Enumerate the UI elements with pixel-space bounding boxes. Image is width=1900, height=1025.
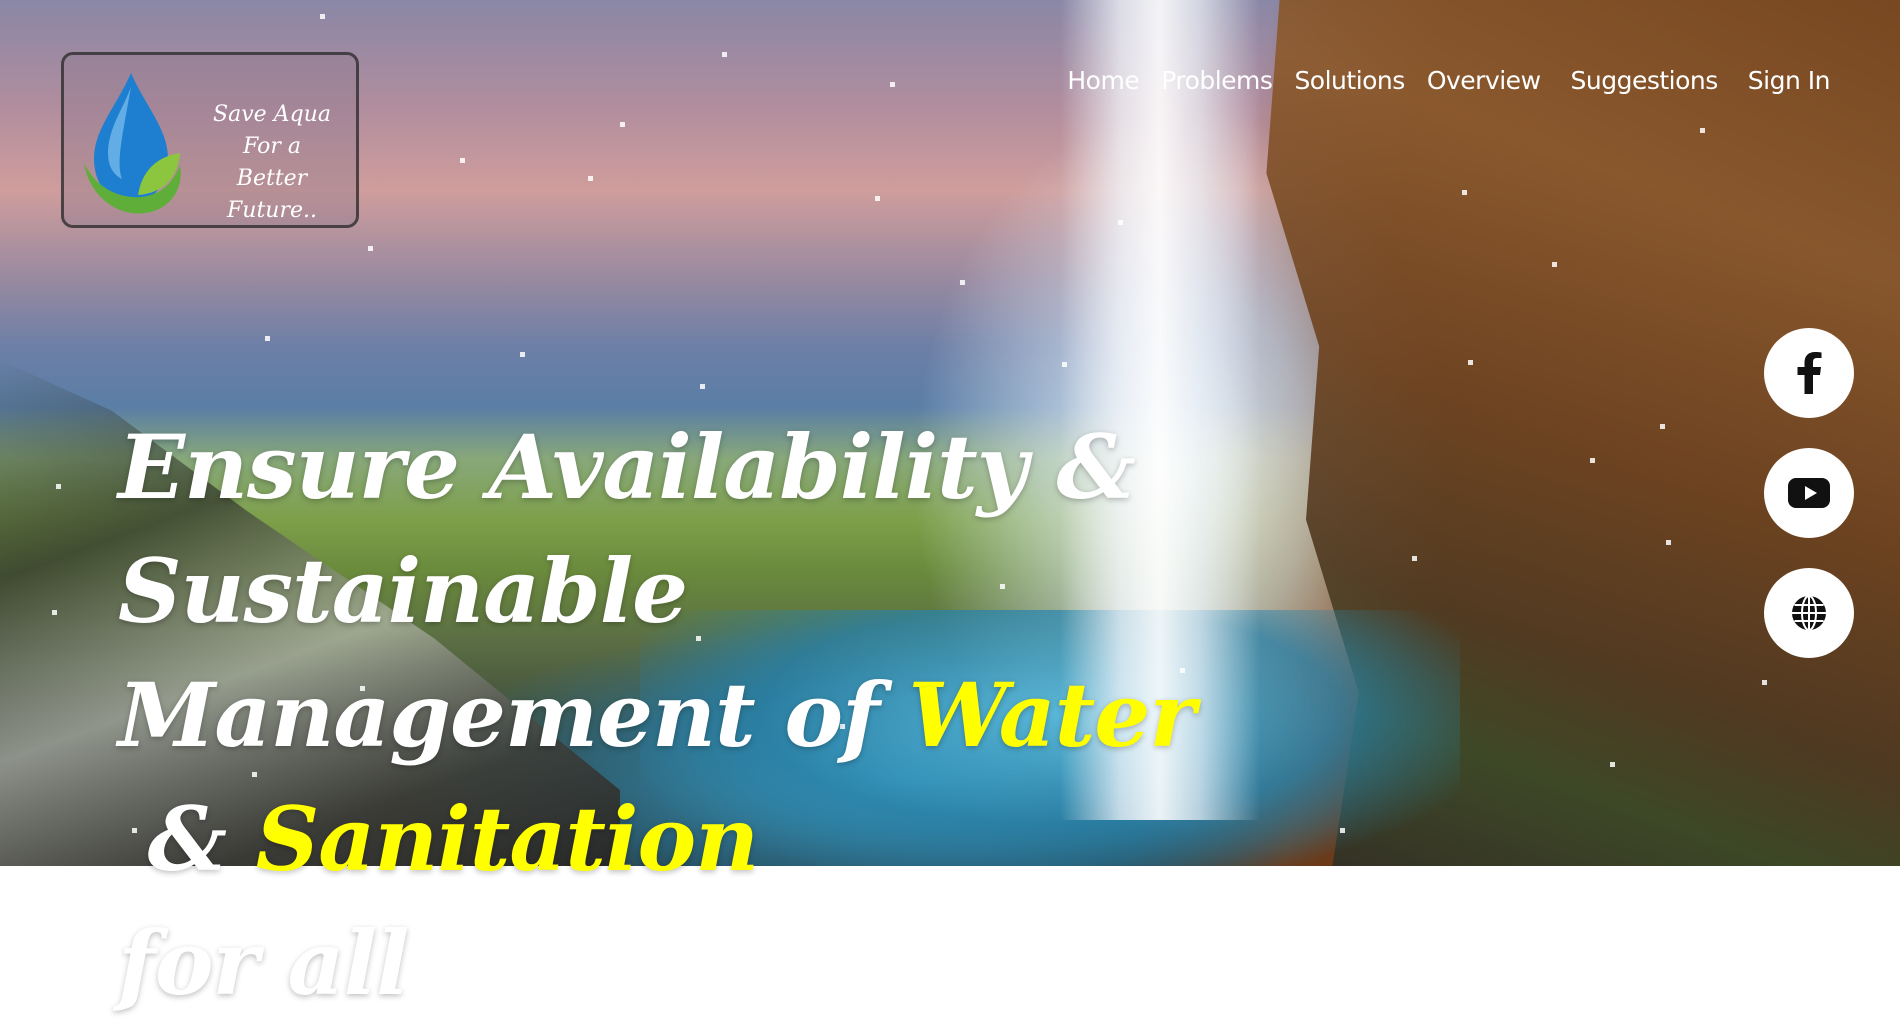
- sparkle-particle: [700, 384, 705, 389]
- sparkle-particle: [1552, 262, 1557, 267]
- headline-highlight-water: Water: [908, 663, 1196, 767]
- sparkle-particle: [588, 176, 593, 181]
- sparkle-particle: [875, 196, 880, 201]
- sparkle-particle: [722, 52, 727, 57]
- website-button[interactable]: [1764, 568, 1854, 658]
- youtube-button[interactable]: [1764, 448, 1854, 538]
- nav-problems[interactable]: Problems: [1161, 66, 1273, 95]
- nav-home[interactable]: Home: [1067, 66, 1139, 95]
- headline-line-2-text: Management of: [118, 663, 909, 767]
- sparkle-particle: [52, 610, 57, 615]
- sparkle-particle: [1762, 680, 1767, 685]
- sparkle-particle: [1062, 362, 1067, 367]
- water-drop-leaf-icon: [84, 73, 181, 214]
- sparkle-particle: [1610, 762, 1615, 767]
- logo-line-3: Better Future..: [227, 166, 317, 223]
- sparkle-particle: [56, 484, 61, 489]
- site-logo[interactable]: Save Aqua For a Better Future..: [61, 52, 359, 228]
- logo-tagline: Save Aqua For a Better Future..: [192, 99, 352, 227]
- sparkle-particle: [265, 336, 270, 341]
- facebook-button[interactable]: [1764, 328, 1854, 418]
- headline-line-1: Ensure Availability & Sustainable: [118, 415, 1136, 643]
- nav-solutions[interactable]: Solutions: [1294, 66, 1405, 95]
- headline-highlight-sanitation: Sanitation: [255, 787, 759, 891]
- logo-line-2: For a: [243, 134, 301, 159]
- sparkle-particle: [1118, 220, 1123, 225]
- sparkle-particle: [460, 158, 465, 163]
- sparkle-particle: [520, 352, 525, 357]
- sparkle-particle: [1700, 128, 1705, 133]
- sparkle-particle: [368, 246, 373, 251]
- sparkle-particle: [1468, 360, 1473, 365]
- sparkle-particle: [320, 14, 325, 19]
- sparkle-particle: [1660, 424, 1665, 429]
- hero-headline: Ensure Availability & Sustainable Manage…: [118, 405, 1598, 1025]
- youtube-icon: [1788, 478, 1830, 508]
- sparkle-particle: [620, 122, 625, 127]
- facebook-icon: [1797, 352, 1822, 394]
- sparkle-particle: [1666, 540, 1671, 545]
- globe-icon: [1792, 595, 1826, 631]
- sparkle-particle: [1462, 190, 1467, 195]
- headline-line-2: Management of Water & Sanitation: [118, 653, 1598, 901]
- nav-suggestions[interactable]: Suggestions: [1571, 66, 1719, 95]
- logo-line-1: Save Aqua: [213, 102, 331, 127]
- nav-sign-in[interactable]: Sign In: [1748, 66, 1831, 95]
- sparkle-particle: [960, 280, 965, 285]
- headline-ampersand: &: [118, 787, 256, 891]
- main-nav: Home Problems Solutions Overview Suggest…: [1045, 66, 1830, 95]
- nav-overview[interactable]: Overview: [1427, 66, 1541, 95]
- headline-line-3: for all: [118, 911, 409, 1015]
- sparkle-particle: [890, 82, 895, 87]
